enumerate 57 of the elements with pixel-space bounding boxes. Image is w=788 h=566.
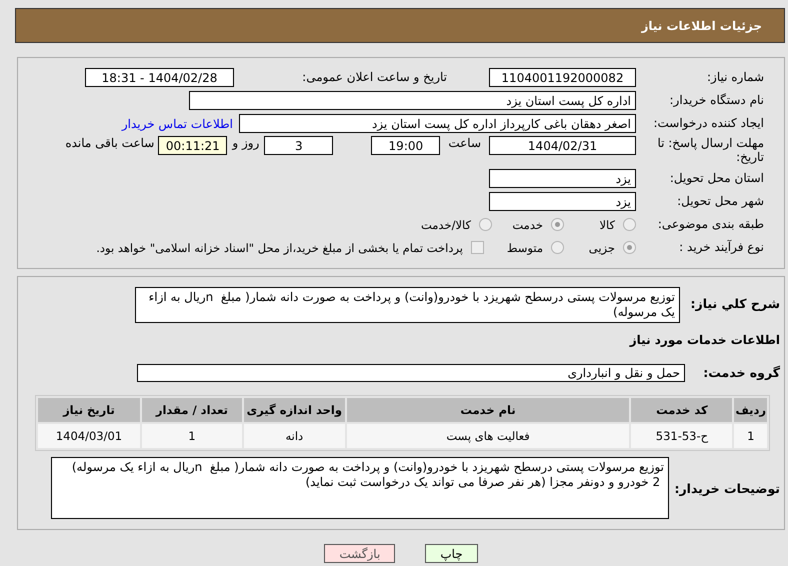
creator-field: اصغر دهقان باغی کارپرداز اداره کل پست استان یزد (239, 114, 636, 133)
deadline-date-field: 1404/02/31 (489, 136, 636, 155)
option-label: جزیی (588, 240, 615, 254)
field-label: تاریخ و ساعت اعلان عمومی: (301, 70, 448, 85)
field-label: شماره نیاز: (706, 70, 765, 85)
radio-button[interactable] (623, 241, 636, 254)
deadline-time-field: 19:00 (371, 136, 440, 155)
province-field: یزد (489, 169, 636, 188)
field-label: نام دستگاه خریدار: (668, 93, 765, 108)
field-label: مهلت ارسال پاسخ: تا تاریخ: (656, 136, 765, 165)
radio-button[interactable] (623, 218, 636, 231)
field-label: گروه خدمت: (702, 365, 781, 380)
column-header: تاریخ نیاز (38, 398, 140, 422)
table-cell: فعالیت های پست (346, 424, 630, 448)
table-cell: 1404/03/01 (38, 424, 140, 448)
section-heading: اطلاعات خدمات مورد نياز (630, 332, 781, 346)
service-group-field: حمل و نقل و انبارداری (137, 364, 685, 382)
print-button[interactable]: چاپ (425, 544, 478, 563)
radio-button[interactable] (479, 218, 492, 231)
remaining-time-field: 00:11:21 (158, 136, 228, 155)
field-label: ایجاد کننده درخواست: (652, 116, 765, 131)
remaining-label: ساعت باقی مانده (65, 136, 154, 150)
field-label: شرح کلي نياز: (690, 295, 781, 311)
buyer-notes-box: توزیع مرسولات پستی درسطح شهریزد با خودرو(وانت) و پرداخت به صورت دانه شمار( مبلغ nریال به ازاء یک مرسوله) 2 خودرو و دونفر مجزا (هر نفر صرفا می تواند یک درخواست ثبت نماید) (51, 457, 669, 519)
radio-button[interactable] (551, 218, 564, 231)
announce-date-field: 1404/02/28 - 18:31 (85, 68, 234, 87)
time-label: ساعت (448, 136, 481, 150)
field-label: شهر محل تحویل: (676, 194, 765, 209)
payment-note: پرداخت تمام یا بخشی از مبلغ خرید،از محل "اسناد خزانه اسلامی" خواهد بود. (96, 240, 463, 254)
column-header: تعداد / مقدار (142, 398, 242, 422)
column-header: واحد اندازه گیری (244, 398, 345, 422)
option-label: کالا/خدمت (420, 218, 471, 232)
back-button[interactable]: بازگشت (324, 544, 396, 563)
days-field: 3 (264, 136, 334, 155)
checkbox[interactable] (471, 241, 484, 254)
field-label: نوع فرآیند خرید : (678, 240, 765, 255)
description-box: توزیع مرسولات پستی درسطح شهریزد با خودرو(وانت) و پرداخت به صورت دانه شمار( مبلغ nریال به ازاء یک مرسوله) (135, 287, 680, 323)
column-header: کد خدمت (631, 398, 732, 422)
option-label: خدمت (512, 218, 543, 232)
page-title: جزئیات اطلاعات نیاز (641, 18, 762, 32)
radio-button[interactable] (551, 241, 564, 254)
column-header: نام خدمت (346, 398, 630, 422)
need-number-field: 1104001192000082 (489, 68, 636, 87)
buyer-org-field: اداره کل پست استان یزد (189, 91, 636, 110)
field-label: توضیحات خریدار: (673, 480, 781, 496)
table-cell: 1 (734, 424, 767, 448)
buyer-contact-link[interactable]: اطلاعات تماس خریدار (122, 116, 233, 130)
field-label: طبقه بندی موضوعی: (656, 217, 765, 232)
table-cell: دانه (244, 424, 345, 448)
days-label: روز و (232, 136, 260, 150)
table-cell: 1 (142, 424, 242, 448)
city-field: یزد (489, 192, 636, 211)
field-label: استان محل تحویل: (668, 171, 765, 186)
option-label: کالا (599, 218, 615, 232)
table-cell: ح-53-531 (631, 424, 732, 448)
option-label: متوسط (506, 240, 543, 254)
column-header: ردیف (734, 398, 767, 422)
